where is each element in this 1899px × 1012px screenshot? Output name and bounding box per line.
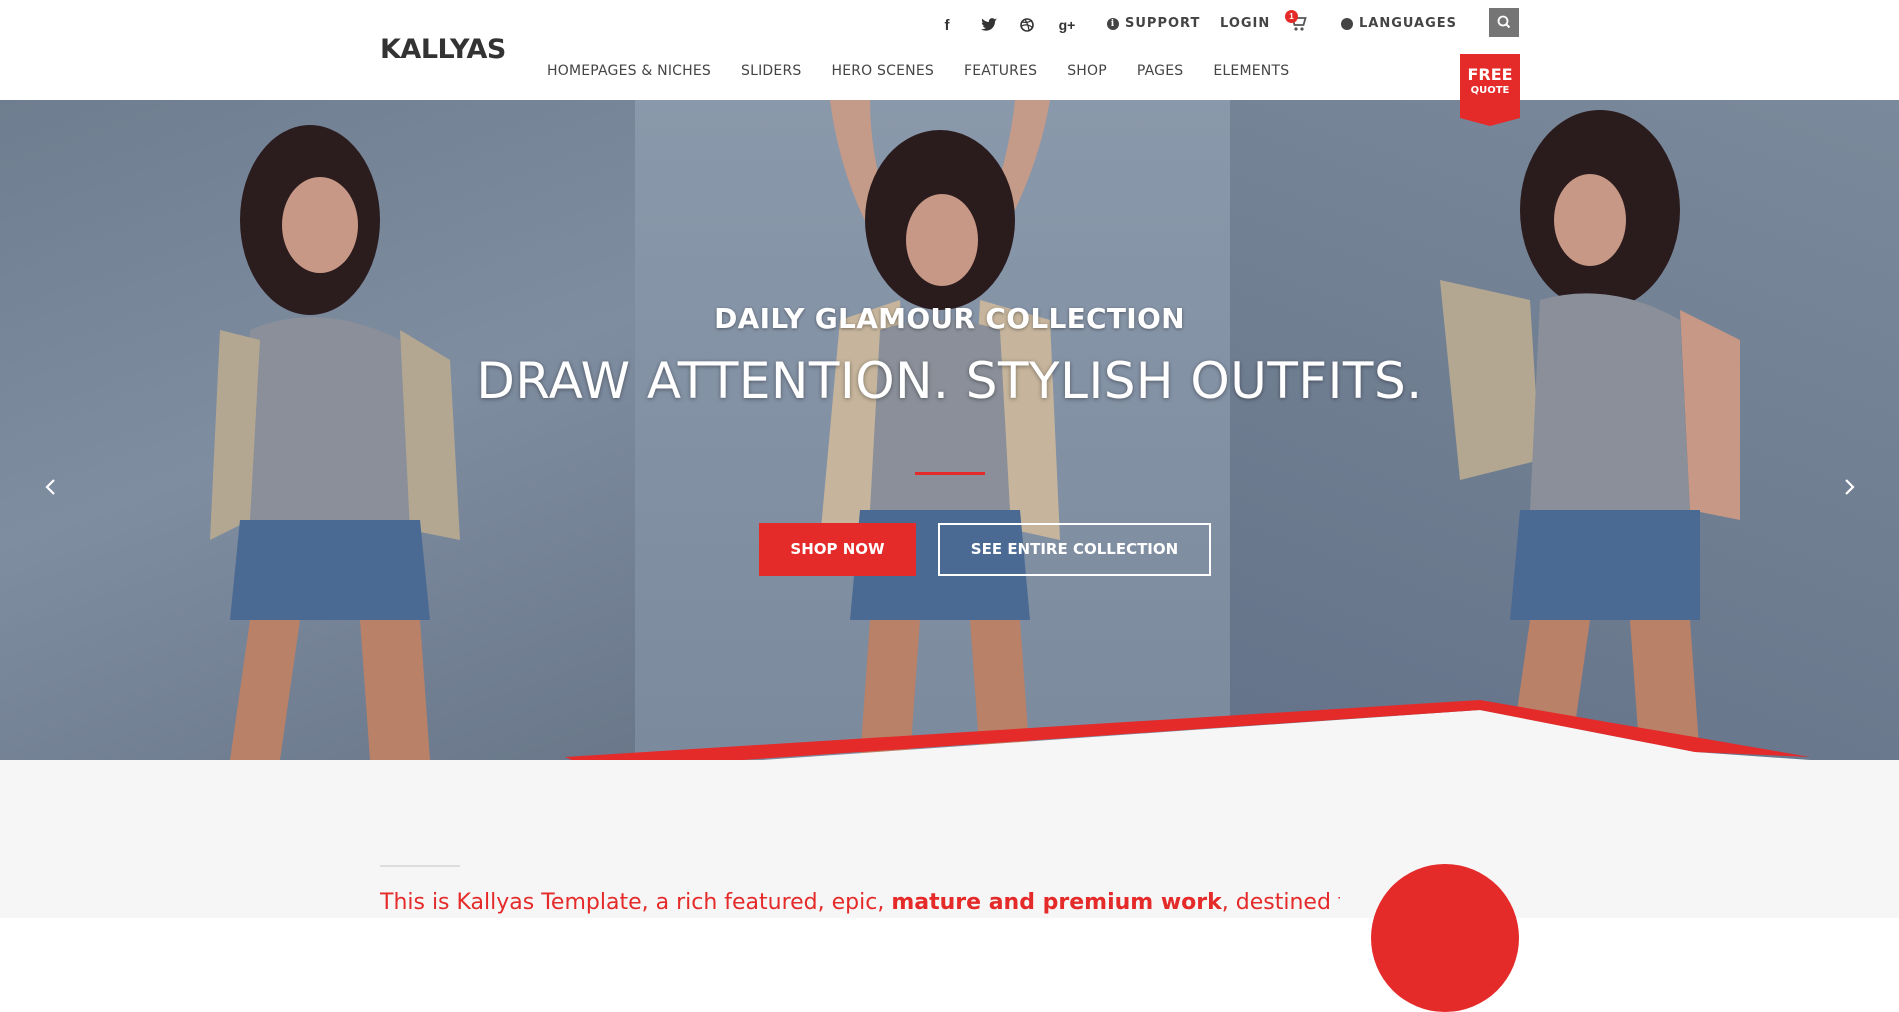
cart-count-badge: 1: [1285, 10, 1298, 23]
intro-bold: mature and premium work: [891, 890, 1222, 915]
red-circle-decoration: [1371, 864, 1519, 1012]
slider-next-arrow[interactable]: [1834, 472, 1864, 502]
support-link[interactable]: i SUPPORT: [1107, 16, 1200, 31]
hero-divider: [915, 472, 985, 475]
shop-now-button[interactable]: SHOP NOW: [759, 523, 916, 576]
slider-prev-arrow[interactable]: [36, 472, 66, 502]
search-button[interactable]: [1489, 8, 1519, 37]
nav-features[interactable]: FEATURES: [964, 63, 1037, 79]
cart-button[interactable]: 1: [1285, 10, 1310, 34]
free-quote-badge[interactable]: FREE QUOTE: [1460, 54, 1520, 126]
nav-sliders[interactable]: SLIDERS: [741, 63, 801, 79]
nav-shop[interactable]: SHOP: [1067, 63, 1107, 79]
login-label: LOGIN: [1220, 16, 1271, 31]
intro-divider: [380, 865, 460, 867]
globe-icon: [1341, 17, 1353, 30]
login-link[interactable]: LOGIN: [1220, 16, 1270, 31]
chevron-left-icon: [45, 479, 55, 495]
site-logo[interactable]: KALLYAS: [380, 34, 506, 65]
hero-bottom-swoosh: [0, 700, 1899, 760]
twitter-icon[interactable]: [976, 14, 1002, 36]
hero-title: DRAW ATTENTION. STYLISH OUTFITS.: [476, 352, 1423, 410]
intro-part2: , destined for: [1221, 890, 1340, 915]
languages-label: LANGUAGES: [1359, 16, 1458, 31]
model-figure-right: [1440, 110, 1740, 760]
hero-slider: [0, 100, 1899, 760]
nav-hero-scenes[interactable]: HERO SCENES: [831, 63, 933, 79]
chevron-right-icon: [1845, 479, 1855, 495]
see-collection-button[interactable]: SEE ENTIRE COLLECTION: [938, 523, 1211, 576]
languages-link[interactable]: LANGUAGES: [1341, 16, 1457, 31]
intro-text: This is Kallyas Template, a rich feature…: [380, 890, 1340, 915]
dribbble-icon[interactable]: [1014, 14, 1040, 36]
nav-pages[interactable]: PAGES: [1137, 63, 1183, 79]
quote-line1: FREE: [1467, 65, 1513, 84]
hero-subtitle: DAILY GLAMOUR COLLECTION: [714, 302, 1185, 335]
quote-line2: QUOTE: [1470, 85, 1510, 96]
support-label: SUPPORT: [1125, 16, 1201, 31]
nav-elements[interactable]: ELEMENTS: [1213, 63, 1289, 79]
search-icon: [1497, 15, 1511, 29]
nav-homepages-niches[interactable]: HOMEPAGES & NICHES: [547, 63, 711, 79]
intro-section: This is Kallyas Template, a rich feature…: [0, 760, 1899, 1012]
intro-part1: This is Kallyas Template, a rich feature…: [380, 890, 892, 915]
model-figure-left: [210, 125, 460, 760]
google-plus-icon[interactable]: g+: [1054, 14, 1080, 36]
facebook-icon[interactable]: f: [934, 14, 960, 36]
main-nav: HOMEPAGES & NICHES SLIDERS HERO SCENES F…: [547, 63, 1289, 79]
info-icon: i: [1107, 17, 1119, 30]
site-header: KALLYAS f g+ i SUPPORT LOGIN 1 LANGUAGES…: [0, 0, 1899, 126]
model-figure-middle: [820, 100, 1060, 760]
